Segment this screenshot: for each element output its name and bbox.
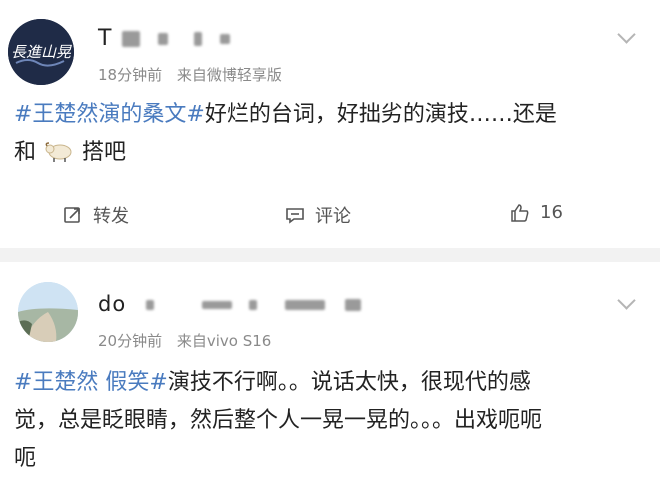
redacted-block bbox=[249, 300, 258, 310]
post-card-1: 長進山晃 T 18分钟前 来自微博轻享版 #王楚然演的桑文#好烂的台词，好拙劣的… bbox=[0, 0, 660, 248]
avatar[interactable] bbox=[18, 282, 78, 342]
comment-button[interactable]: 评论 bbox=[285, 202, 351, 228]
chevron-down-icon[interactable] bbox=[617, 25, 636, 44]
post-time: 18分钟前 bbox=[98, 66, 163, 84]
post-text: 演技不行啊。。说话太快，很现代的感 bbox=[167, 370, 531, 395]
post-meta: 18分钟前 来自微博轻享版 bbox=[98, 64, 292, 85]
action-bar: 转发 评论 16 bbox=[0, 198, 660, 238]
post-meta: 20分钟前 来自vivo S16 bbox=[98, 330, 281, 351]
post-source[interactable]: 来自微博轻享版 bbox=[177, 66, 282, 84]
redacted-block bbox=[145, 300, 154, 310]
post-text: 和 bbox=[14, 140, 37, 165]
post-time: 20分钟前 bbox=[98, 332, 163, 350]
comment-icon bbox=[286, 208, 304, 224]
post-text: 好烂的台词，好拙劣的演技……还是 bbox=[204, 102, 557, 127]
chevron-down-icon[interactable] bbox=[617, 291, 636, 310]
avatar-logo-icon: 長進山晃 bbox=[8, 19, 74, 85]
repost-button[interactable]: 转发 bbox=[63, 202, 129, 228]
username[interactable]: do bbox=[98, 292, 361, 316]
username-text[interactable]: T bbox=[98, 26, 112, 51]
post-text: 呃 bbox=[14, 446, 37, 471]
repost-label: 转发 bbox=[93, 206, 129, 227]
username[interactable]: T bbox=[98, 26, 231, 51]
hashtag-link[interactable]: #王楚然 假笑# bbox=[14, 370, 168, 395]
like-button[interactable]: 16 bbox=[510, 202, 563, 223]
redacted-block bbox=[344, 299, 361, 311]
post-content: #王楚然 假笑#演技不行啊。。说话太快，很现代的感 觉，总是眨眼睛，然后整个人一… bbox=[14, 364, 542, 478]
post-text: 搭吧 bbox=[82, 140, 127, 165]
repost-icon bbox=[64, 207, 80, 223]
redacted-block bbox=[201, 301, 232, 309]
redacted-block bbox=[122, 31, 141, 47]
post-source[interactable]: 来自vivo S16 bbox=[177, 332, 271, 350]
sheep-emoji-icon bbox=[45, 142, 72, 162]
redacted-block bbox=[220, 34, 231, 44]
svg-text:長進山晃: 長進山晃 bbox=[11, 43, 72, 61]
thumbs-up-icon bbox=[511, 203, 529, 222]
post-card-2: do 20分钟前 来自vivo S16 #王楚然 假笑#演技不行啊。。说话太快，… bbox=[0, 262, 660, 483]
redacted-block bbox=[284, 300, 325, 310]
username-text[interactable]: do bbox=[98, 292, 126, 316]
hashtag-link[interactable]: #王楚然演的桑文# bbox=[14, 102, 205, 127]
avatar[interactable]: 長進山晃 bbox=[8, 19, 74, 85]
post-content: #王楚然演的桑文#好烂的台词，好拙劣的演技……还是 和 搭吧 bbox=[14, 96, 557, 172]
redacted-block bbox=[158, 33, 169, 45]
like-count: 16 bbox=[540, 202, 563, 223]
redacted-block bbox=[194, 32, 203, 46]
comment-label: 评论 bbox=[315, 206, 351, 227]
post-text: 觉，总是眨眼睛，然后整个人一晃一晃的。。。出戏呃呃 bbox=[14, 408, 543, 433]
avatar-photo-icon bbox=[18, 282, 78, 342]
